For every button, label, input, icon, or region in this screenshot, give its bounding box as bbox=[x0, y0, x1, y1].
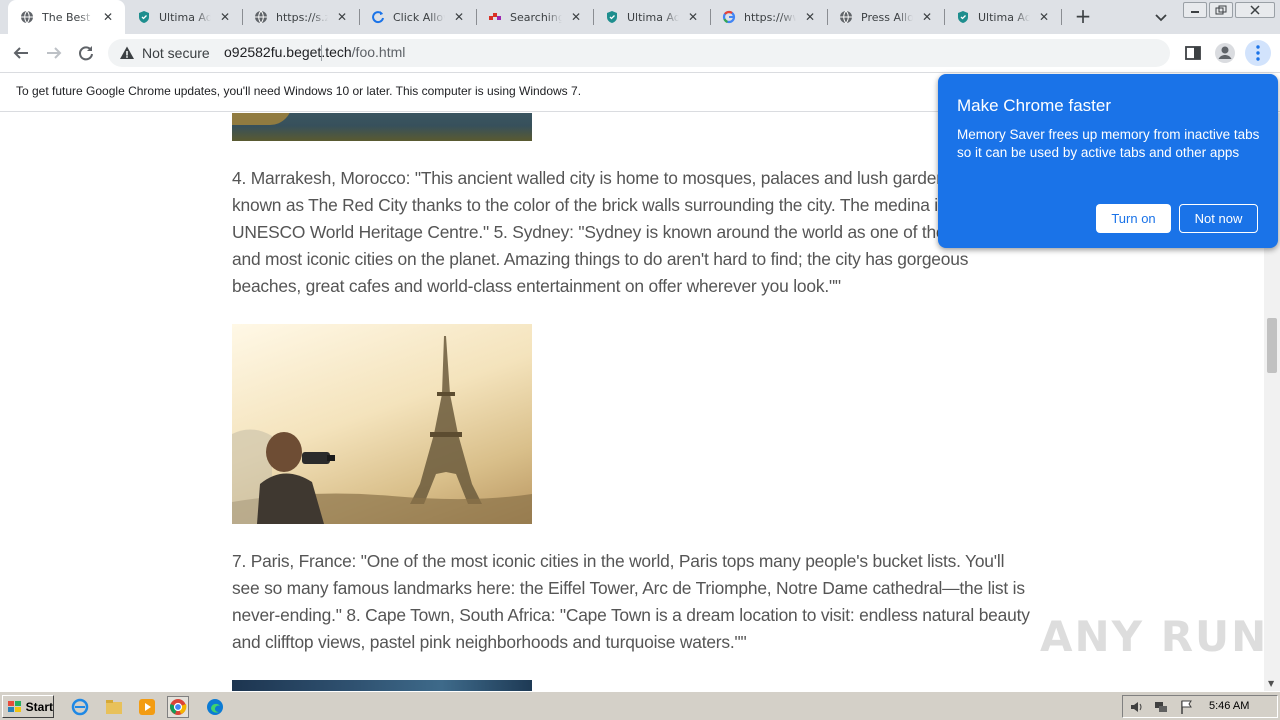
profile-icon[interactable] bbox=[1212, 40, 1238, 66]
not-now-button[interactable]: Not now bbox=[1179, 204, 1258, 233]
tab-searching[interactable]: Searching f ✕ bbox=[476, 0, 593, 34]
globe-icon bbox=[254, 10, 268, 24]
tab-ultima-adblock-3[interactable]: Ultima AdBl ✕ bbox=[944, 0, 1061, 34]
tab-title: Press Allow bbox=[861, 10, 913, 24]
file-explorer-icon[interactable] bbox=[103, 696, 125, 718]
popup-title: Make Chrome faster bbox=[957, 96, 1111, 115]
close-icon[interactable]: ✕ bbox=[686, 10, 700, 24]
forward-icon[interactable] bbox=[41, 40, 67, 66]
tab-title: Ultima AdBl bbox=[978, 10, 1030, 24]
security-label[interactable]: Not secure bbox=[142, 45, 210, 61]
globe-icon bbox=[20, 10, 34, 24]
edge-icon[interactable] bbox=[204, 696, 226, 718]
tab-title: Searching f bbox=[510, 10, 562, 24]
action-center-flag-icon[interactable] bbox=[1179, 699, 1195, 719]
network-icon[interactable] bbox=[1153, 699, 1169, 719]
close-icon[interactable]: ✕ bbox=[335, 10, 349, 24]
paris-eiffel-photo bbox=[232, 324, 532, 524]
tab-ultima-adblock-1[interactable]: Ultima AdBl ✕ bbox=[125, 0, 242, 34]
city-photo-bottom bbox=[232, 680, 532, 691]
dots-icon bbox=[488, 10, 502, 24]
tab-title: Ultima AdBl bbox=[627, 10, 679, 24]
tab-title: The Best Pl bbox=[42, 10, 94, 24]
new-tab-button[interactable]: + bbox=[1072, 6, 1094, 28]
taskbar: Start 5:46 AM bbox=[0, 691, 1280, 720]
chrome-taskbar-icon[interactable] bbox=[167, 696, 189, 718]
infobar-message: To get future Google Chrome updates, you… bbox=[16, 84, 582, 98]
tab-title: Ultima AdBl bbox=[159, 10, 211, 24]
eiffel-tower-illustration bbox=[232, 336, 532, 524]
url-text[interactable]: o92582fu.beget.tech/foo.html bbox=[224, 44, 405, 60]
close-icon[interactable]: ✕ bbox=[101, 10, 115, 24]
tab-separator bbox=[1061, 9, 1062, 25]
media-player-icon[interactable] bbox=[136, 696, 158, 718]
refresh-icon bbox=[371, 10, 385, 24]
windows-logo-icon bbox=[8, 700, 21, 712]
reload-icon[interactable] bbox=[73, 40, 99, 66]
close-icon[interactable]: ✕ bbox=[920, 10, 934, 24]
turn-on-button[interactable]: Turn on bbox=[1096, 204, 1171, 233]
system-tray: 5:46 AM bbox=[1122, 695, 1278, 718]
shield-icon bbox=[956, 10, 970, 24]
menu-icon[interactable] bbox=[1245, 40, 1271, 66]
popup-body: Memory Saver frees up memory from inacti… bbox=[957, 127, 1260, 160]
close-icon[interactable]: ✕ bbox=[803, 10, 817, 24]
tab-strip: The Best Pl ✕ Ultima AdBl ✕ https://s.zi… bbox=[0, 0, 1280, 34]
tab-title: Click Allow bbox=[393, 10, 445, 24]
watermark-logo: ANY RUN bbox=[1040, 612, 1269, 661]
close-icon[interactable]: ✕ bbox=[218, 10, 232, 24]
destination-paragraph-2: 7. Paris, France: "One of the most iconi… bbox=[232, 551, 1030, 652]
globe-icon bbox=[839, 10, 853, 24]
close-window-icon[interactable] bbox=[1235, 2, 1275, 18]
warning-icon[interactable] bbox=[119, 45, 135, 65]
minimize-icon[interactable] bbox=[1183, 2, 1207, 18]
shield-icon bbox=[137, 10, 151, 24]
url-path: /foo.html bbox=[351, 44, 406, 60]
start-label: Start bbox=[25, 699, 53, 714]
tab-press-allow[interactable]: Press Allow ✕ bbox=[827, 0, 944, 34]
tab-s-zi[interactable]: https://s.zi ✕ bbox=[242, 0, 359, 34]
city-photo-top bbox=[232, 113, 532, 141]
scroll-down-icon[interactable]: ▼ bbox=[1268, 679, 1274, 688]
memory-saver-popup: Make Chrome faster Memory Saver frees up… bbox=[938, 74, 1278, 248]
internet-explorer-icon[interactable] bbox=[69, 696, 91, 718]
taskbar-clock[interactable]: 5:46 AM bbox=[1209, 700, 1249, 712]
tab-ultima-adblock-2[interactable]: Ultima AdBl ✕ bbox=[593, 0, 710, 34]
tab-the-best-places[interactable]: The Best Pl ✕ bbox=[8, 0, 125, 34]
tab-title: https://s.zi bbox=[276, 10, 328, 24]
close-icon[interactable]: ✕ bbox=[569, 10, 583, 24]
tab-google[interactable]: https://ww ✕ bbox=[710, 0, 827, 34]
volume-icon[interactable] bbox=[1129, 699, 1145, 719]
start-button[interactable]: Start bbox=[2, 695, 54, 718]
destination-paragraph-1: 4. Marrakesh, Morocco: "This ancient wal… bbox=[232, 168, 1001, 296]
tab-title: https://ww bbox=[744, 10, 796, 24]
side-panel-icon[interactable] bbox=[1180, 40, 1206, 66]
close-icon[interactable]: ✕ bbox=[1037, 10, 1051, 24]
back-icon[interactable] bbox=[8, 40, 34, 66]
tab-search-icon[interactable] bbox=[1152, 8, 1170, 26]
address-bar[interactable]: Not secure o92582fu.beget.tech/foo.html bbox=[108, 39, 1170, 67]
shield-icon bbox=[605, 10, 619, 24]
tab-click-allow[interactable]: Click Allow ✕ bbox=[359, 0, 476, 34]
scrollbar-thumb[interactable] bbox=[1267, 318, 1277, 373]
url-host: o92582fu.beget.tech bbox=[224, 44, 352, 60]
close-icon[interactable]: ✕ bbox=[452, 10, 466, 24]
restore-icon[interactable] bbox=[1209, 2, 1233, 18]
google-icon bbox=[722, 10, 736, 24]
